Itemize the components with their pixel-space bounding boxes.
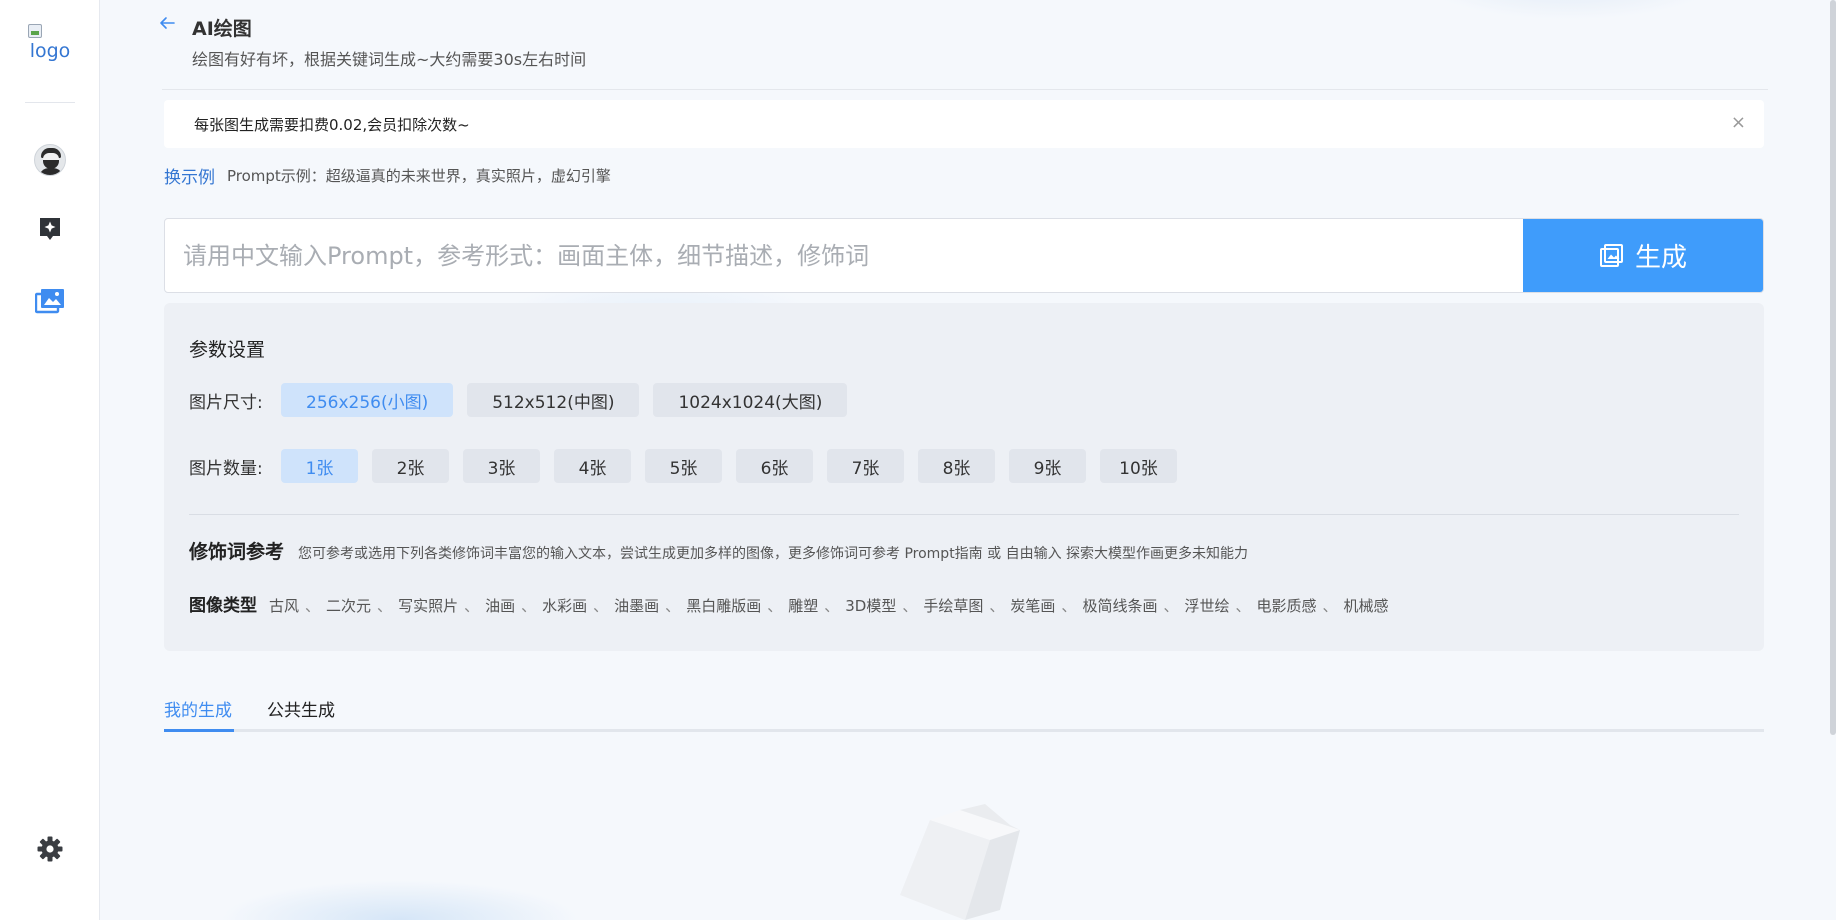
modifier-row: 修饰词参考 您可参考或选用下列各类修饰词丰富您的输入文本，尝试生成更加多样的图像… [189,537,1248,564]
image-type-item[interactable]: 雕塑 [788,595,818,616]
image-type-item[interactable]: 3D模型 [845,595,896,616]
image-type-item[interactable]: 电影质感 [1257,595,1317,616]
example-row: 换示例 Prompt示例：超级逼真的未来世界，真实照片，虚幻引擎 [164,163,611,188]
main-content: AI绘图 绘图有好有坏，根据关键词生成~大约需要30s左右时间 每张图生成需要扣… [100,0,1836,920]
image-type-row: 图像类型 古风、二次元、写实照片、油画、水彩画、油墨画、黑白雕版画、雕塑、 3D模… [189,591,1389,616]
bg-glow [220,880,580,920]
avatar [34,144,66,176]
image-type-title: 图像类型 [189,596,257,616]
count-option-9[interactable]: 9张 [1009,449,1086,483]
broken-image-icon [28,24,42,38]
notice-banner: 每张图生成需要扣费0.02,会员扣除次数~ × [164,100,1764,148]
image-type-separator: 、 [1061,597,1077,615]
app-root: logo AI绘图 绘图有好有坏，根据关键词生成~大约需要30s左右时间 每张图… [0,0,1836,920]
sidebar: logo [0,0,100,920]
image-type-item[interactable]: 油墨画 [614,595,659,616]
count-option-8[interactable]: 8张 [918,449,995,483]
page-title: AI绘图 [192,18,252,40]
generate-button[interactable]: 生成 [1523,219,1763,292]
bg-glow [1420,0,1720,20]
prompt-box: 生成 [164,218,1764,293]
image-type-item[interactable]: 黑白雕版画 [686,595,761,616]
logo[interactable]: logo [24,24,76,72]
sidebar-item-settings[interactable] [30,829,70,869]
image-type-separator: 、 [767,597,783,615]
image-type-separator: 、 [1322,597,1338,615]
size-row: 图片尺寸: 256x256(小图) 512x512(中图) 1024x1024(… [189,383,861,417]
image-type-item[interactable]: 浮世绘 [1184,595,1229,616]
gear-icon [37,836,63,862]
size-option-small[interactable]: 256x256(小图) [281,383,454,417]
tab-public-generations[interactable]: 公共生成 [267,696,335,731]
sidebar-item-avatar[interactable] [30,140,70,180]
image-type-separator: 、 [377,597,393,615]
close-icon[interactable]: × [1731,114,1746,132]
empty-box-illustration [900,804,1020,920]
image-type-separator: 、 [593,597,609,615]
image-type-item[interactable]: 二次元 [326,595,371,616]
params-panel: 参数设置 图片尺寸: 256x256(小图) 512x512(中图) 1024x… [164,303,1764,651]
params-title: 参数设置 [189,339,266,361]
image-type-separator: 、 [305,597,321,615]
image-type-item[interactable]: 机械感 [1344,595,1389,616]
image-type-separator: 、 [464,597,480,615]
sidebar-divider [25,102,75,103]
prompt-input[interactable] [165,219,1523,292]
image-type-separator: 、 [824,597,840,615]
sidebar-item-ai-chat[interactable] [30,209,70,249]
size-option-large[interactable]: 1024x1024(大图) [653,383,848,417]
tab-my-generations[interactable]: 我的生成 [164,696,232,731]
page-subtitle: 绘图有好有坏，根据关键词生成~大约需要30s左右时间 [192,50,587,69]
count-option-1[interactable]: 1张 [281,449,358,483]
image-type-separator: 、 [989,597,1005,615]
count-label: 图片数量: [189,458,263,479]
modifier-title: 修饰词参考 [189,541,285,563]
image-type-list: 古风、二次元、写实照片、油画、水彩画、油墨画、黑白雕版画、雕塑、 3D模型、手绘草… [269,595,1389,616]
image-type-item[interactable]: 手绘草图 [923,595,983,616]
image-type-item[interactable]: 炭笔画 [1010,595,1055,616]
image-type-separator: 、 [1235,597,1251,615]
modifier-desc: 您可参考或选用下列各类修饰词丰富您的输入文本，尝试生成更加多样的图像，更多修饰词… [298,546,1249,562]
active-tab-indicator [164,729,234,732]
notice-text: 每张图生成需要扣费0.02,会员扣除次数~ [194,115,470,134]
image-type-separator: 、 [521,597,537,615]
image-type-item[interactable]: 水彩画 [542,595,587,616]
count-option-6[interactable]: 6张 [736,449,813,483]
generate-button-label: 生成 [1634,243,1687,273]
image-type-separator: 、 [665,597,681,615]
image-type-item[interactable]: 古风 [269,595,299,616]
logo-alt-text: logo [29,40,71,62]
count-option-2[interactable]: 2张 [372,449,449,483]
count-option-10[interactable]: 10张 [1100,449,1177,483]
count-option-7[interactable]: 7张 [827,449,904,483]
count-option-5[interactable]: 5张 [645,449,722,483]
count-option-4[interactable]: 4张 [554,449,631,483]
size-label: 图片尺寸: [189,392,263,413]
image-type-separator: 、 [1163,597,1179,615]
image-type-item[interactable]: 极简线条画 [1082,595,1157,616]
change-example-link[interactable]: 换示例 [164,163,215,188]
image-gallery-icon [35,289,64,314]
result-tabs: 我的生成 公共生成 [164,690,1764,732]
header-divider [162,89,1768,90]
image-icon [1599,243,1623,267]
back-arrow-icon[interactable] [158,14,176,32]
image-type-item[interactable]: 写实照片 [398,595,458,616]
example-prompt-text: Prompt示例：超级逼真的未来世界，真实照片，虚幻引擎 [227,167,611,185]
count-row: 图片数量: 1张 2张 3张 4张 5张 6张 7张 8张 9张 10张 [189,449,1191,483]
params-divider [189,514,1739,515]
sparkle-chat-icon [40,218,60,240]
image-type-separator: 、 [902,597,918,615]
count-option-3[interactable]: 3张 [463,449,540,483]
sidebar-item-ai-drawing[interactable] [30,281,70,321]
size-option-medium[interactable]: 512x512(中图) [467,383,640,417]
image-type-item[interactable]: 油画 [485,595,515,616]
scrollbar[interactable] [1830,0,1836,735]
